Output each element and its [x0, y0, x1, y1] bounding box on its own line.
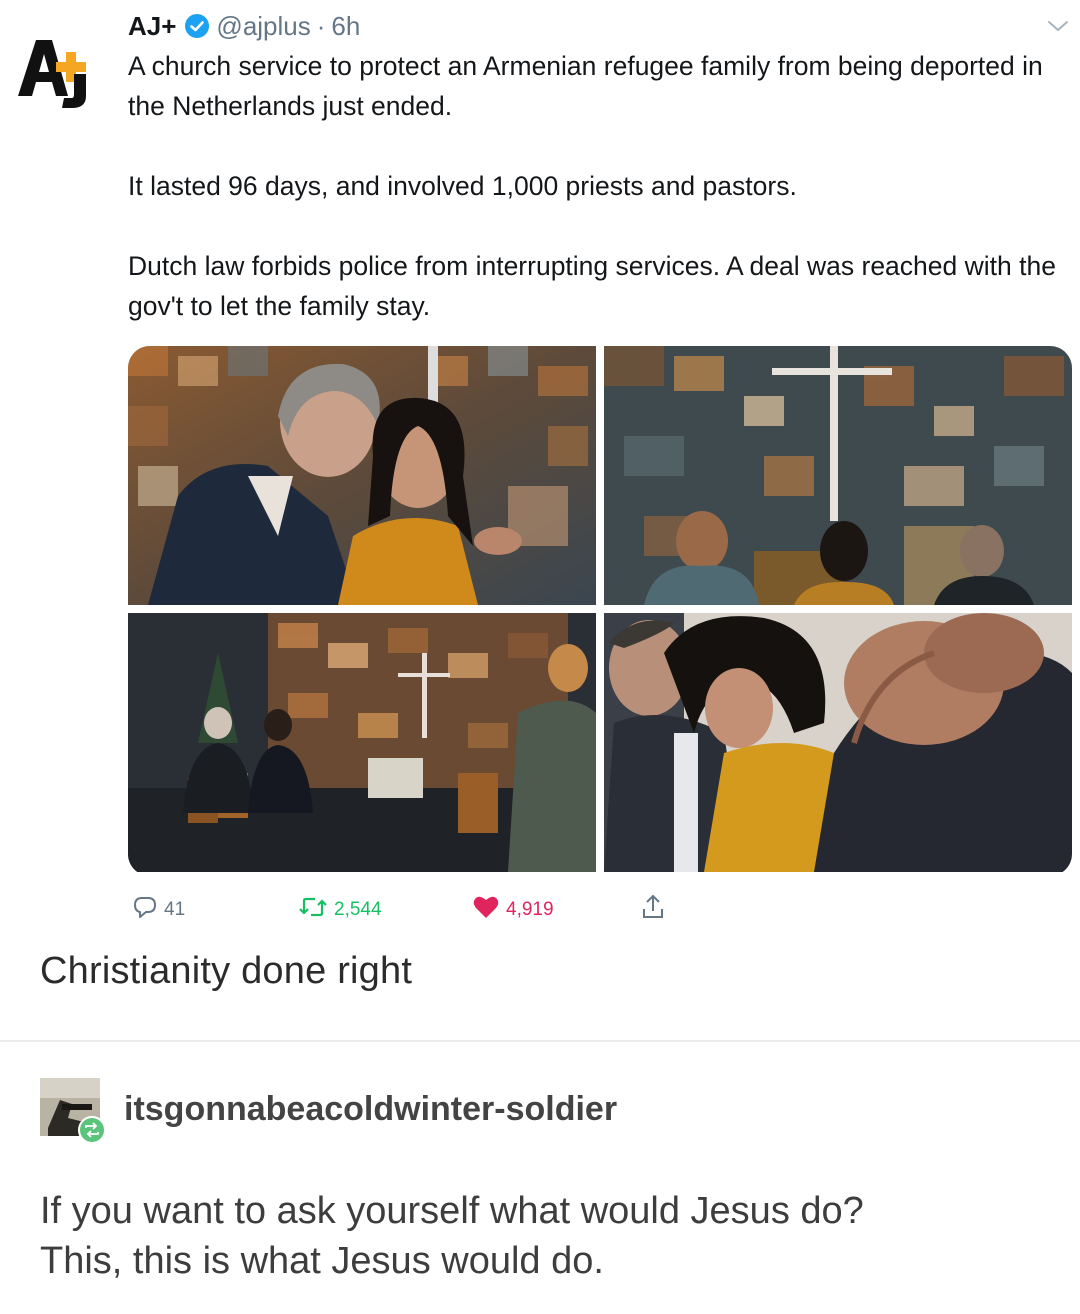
- share-icon: [640, 893, 672, 927]
- tweet-paragraph: It lasted 96 days, and involved 1,000 pr…: [128, 171, 797, 201]
- chevron-down-icon[interactable]: [1044, 14, 1072, 38]
- tweet-card: AJ+ @ajplus · 6h A church service to pro…: [0, 0, 1080, 1030]
- reply-button[interactable]: 41: [132, 892, 185, 928]
- tweet-timestamp[interactable]: 6h: [331, 11, 360, 42]
- tweet-paragraph: A church service to protect an Armenian …: [128, 51, 1043, 121]
- retweet-count: 2,544: [334, 899, 382, 920]
- retweet-icon: [298, 895, 334, 925]
- photo-grid: [128, 346, 1072, 876]
- tweet-header: AJ+ @ajplus · 6h: [128, 8, 360, 44]
- reblog-icon: [78, 1116, 106, 1144]
- tweet-body: A church service to protect an Armenian …: [128, 46, 1078, 326]
- ajplus-logo[interactable]: [14, 30, 104, 110]
- author-handle[interactable]: @ajplus: [216, 11, 310, 42]
- heart-icon: [472, 894, 506, 926]
- avatar[interactable]: [40, 1078, 106, 1144]
- reblog-username[interactable]: itsgonnabeacoldwinter-soldier: [124, 1090, 617, 1129]
- reply-icon: [132, 895, 164, 925]
- like-button[interactable]: 4,919: [472, 892, 554, 928]
- retweet-button[interactable]: 2,544: [298, 892, 382, 928]
- tweet-paragraph: Dutch law forbids police from interrupti…: [128, 251, 1056, 321]
- photo-praying[interactable]: [604, 613, 1072, 872]
- author-name[interactable]: AJ+: [128, 11, 176, 42]
- share-button[interactable]: [640, 892, 672, 928]
- separator-dot: ·: [316, 10, 326, 41]
- photo-embrace[interactable]: [128, 346, 596, 605]
- reblog-line: This, this is what Jesus would do.: [40, 1240, 604, 1282]
- tweet-actions: 41 2,544 4,919: [128, 892, 748, 928]
- reply-count: 41: [164, 899, 186, 920]
- section-divider: [0, 1040, 1080, 1042]
- reblog-line: If you want to ask yourself what would J…: [40, 1190, 864, 1232]
- photo-congregation-cross[interactable]: [604, 346, 1072, 605]
- like-count: 4,919: [506, 899, 554, 920]
- photo-church-interior[interactable]: [128, 613, 596, 872]
- reblog-body: If you want to ask yourself what would J…: [40, 1186, 1040, 1286]
- verified-badge-icon: [184, 13, 210, 39]
- comment-text: Christianity done right: [40, 950, 413, 992]
